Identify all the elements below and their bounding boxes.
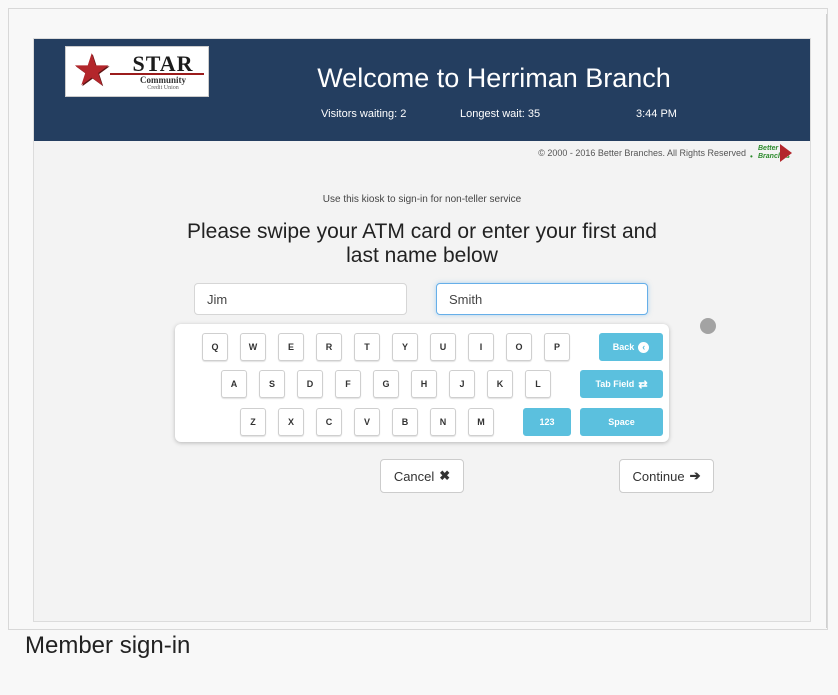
continue-button[interactable]: Continue ➔: [619, 459, 714, 493]
branch-title: Welcome to Herriman Branch: [317, 63, 671, 93]
key-p[interactable]: P: [544, 333, 570, 361]
key-x[interactable]: X: [278, 408, 304, 436]
continue-label: Continue: [632, 468, 685, 484]
key-f[interactable]: F: [335, 370, 361, 398]
key-i[interactable]: I: [468, 333, 494, 361]
copyright-text: © 2000 - 2016 Better Branches. All Right…: [538, 148, 746, 158]
kiosk-instruction: Use this kiosk to sign-in for non-teller…: [322, 194, 522, 205]
key-a[interactable]: A: [221, 370, 247, 398]
longest-wait: Longest wait: 35: [460, 108, 541, 120]
numbers-key[interactable]: 123: [523, 408, 571, 436]
better-branches-logo: • Better Branches: [750, 143, 796, 163]
cancel-button[interactable]: Cancel ✖: [380, 459, 464, 493]
divider: [826, 14, 827, 628]
header-bar: ★ STAR Community Credit Union Welcome to…: [34, 39, 810, 141]
key-j[interactable]: J: [449, 370, 475, 398]
back-key[interactable]: Back ‹: [599, 333, 663, 361]
sign-in-prompt: Please swipe your ATM card or enter your…: [187, 220, 657, 267]
back-circle-icon: ‹: [638, 341, 650, 353]
close-icon: ✖: [439, 468, 451, 483]
star-icon: ★: [72, 46, 112, 95]
cancel-label: Cancel: [393, 468, 435, 484]
logo-line3: Credit Union: [147, 85, 179, 91]
key-r[interactable]: R: [316, 333, 342, 361]
figure-caption: Member sign-in: [25, 632, 191, 659]
first-name-input[interactable]: [194, 283, 407, 315]
partner-logo-line1: Better: [758, 145, 779, 152]
tab-field-key[interactable]: Tab Field ⇄: [580, 370, 663, 398]
back-key-label: Back: [612, 342, 635, 352]
key-b[interactable]: B: [392, 408, 418, 436]
key-e[interactable]: E: [278, 333, 304, 361]
key-l[interactable]: L: [525, 370, 551, 398]
logo-line2: Community: [139, 75, 186, 85]
key-o[interactable]: O: [506, 333, 532, 361]
numbers-key-label: 123: [539, 417, 555, 427]
swap-arrows-icon: ⇄: [638, 378, 648, 391]
key-d[interactable]: D: [297, 370, 323, 398]
visitors-waiting: Visitors waiting: 2: [321, 108, 407, 120]
key-t[interactable]: T: [354, 333, 380, 361]
key-n[interactable]: N: [430, 408, 456, 436]
key-v[interactable]: V: [354, 408, 380, 436]
key-s[interactable]: S: [259, 370, 285, 398]
star-credit-union-logo: ★ STAR Community Credit Union: [65, 46, 209, 97]
status-dot: [700, 318, 716, 334]
on-screen-keyboard: QWERTYUIOP ASDFGHJKL ZXCVBNM Back ‹ Tab …: [175, 324, 669, 442]
key-w[interactable]: W: [240, 333, 266, 361]
space-key-label: Space: [608, 417, 635, 427]
key-u[interactable]: U: [430, 333, 456, 361]
key-k[interactable]: K: [487, 370, 513, 398]
space-key[interactable]: Space: [580, 408, 663, 436]
key-h[interactable]: H: [411, 370, 437, 398]
key-c[interactable]: C: [316, 408, 342, 436]
arrow-right-icon: ➔: [689, 468, 701, 483]
key-q[interactable]: Q: [202, 333, 228, 361]
kiosk-screen: ★ STAR Community Credit Union Welcome to…: [33, 38, 811, 622]
key-g[interactable]: G: [373, 370, 399, 398]
clock-time: 3:44 PM: [636, 108, 677, 120]
key-z[interactable]: Z: [240, 408, 266, 436]
key-m[interactable]: M: [468, 408, 494, 436]
arrow-icon: [780, 144, 792, 162]
tab-key-label: Tab Field: [595, 379, 635, 389]
last-name-input[interactable]: [436, 283, 648, 315]
key-y[interactable]: Y: [392, 333, 418, 361]
